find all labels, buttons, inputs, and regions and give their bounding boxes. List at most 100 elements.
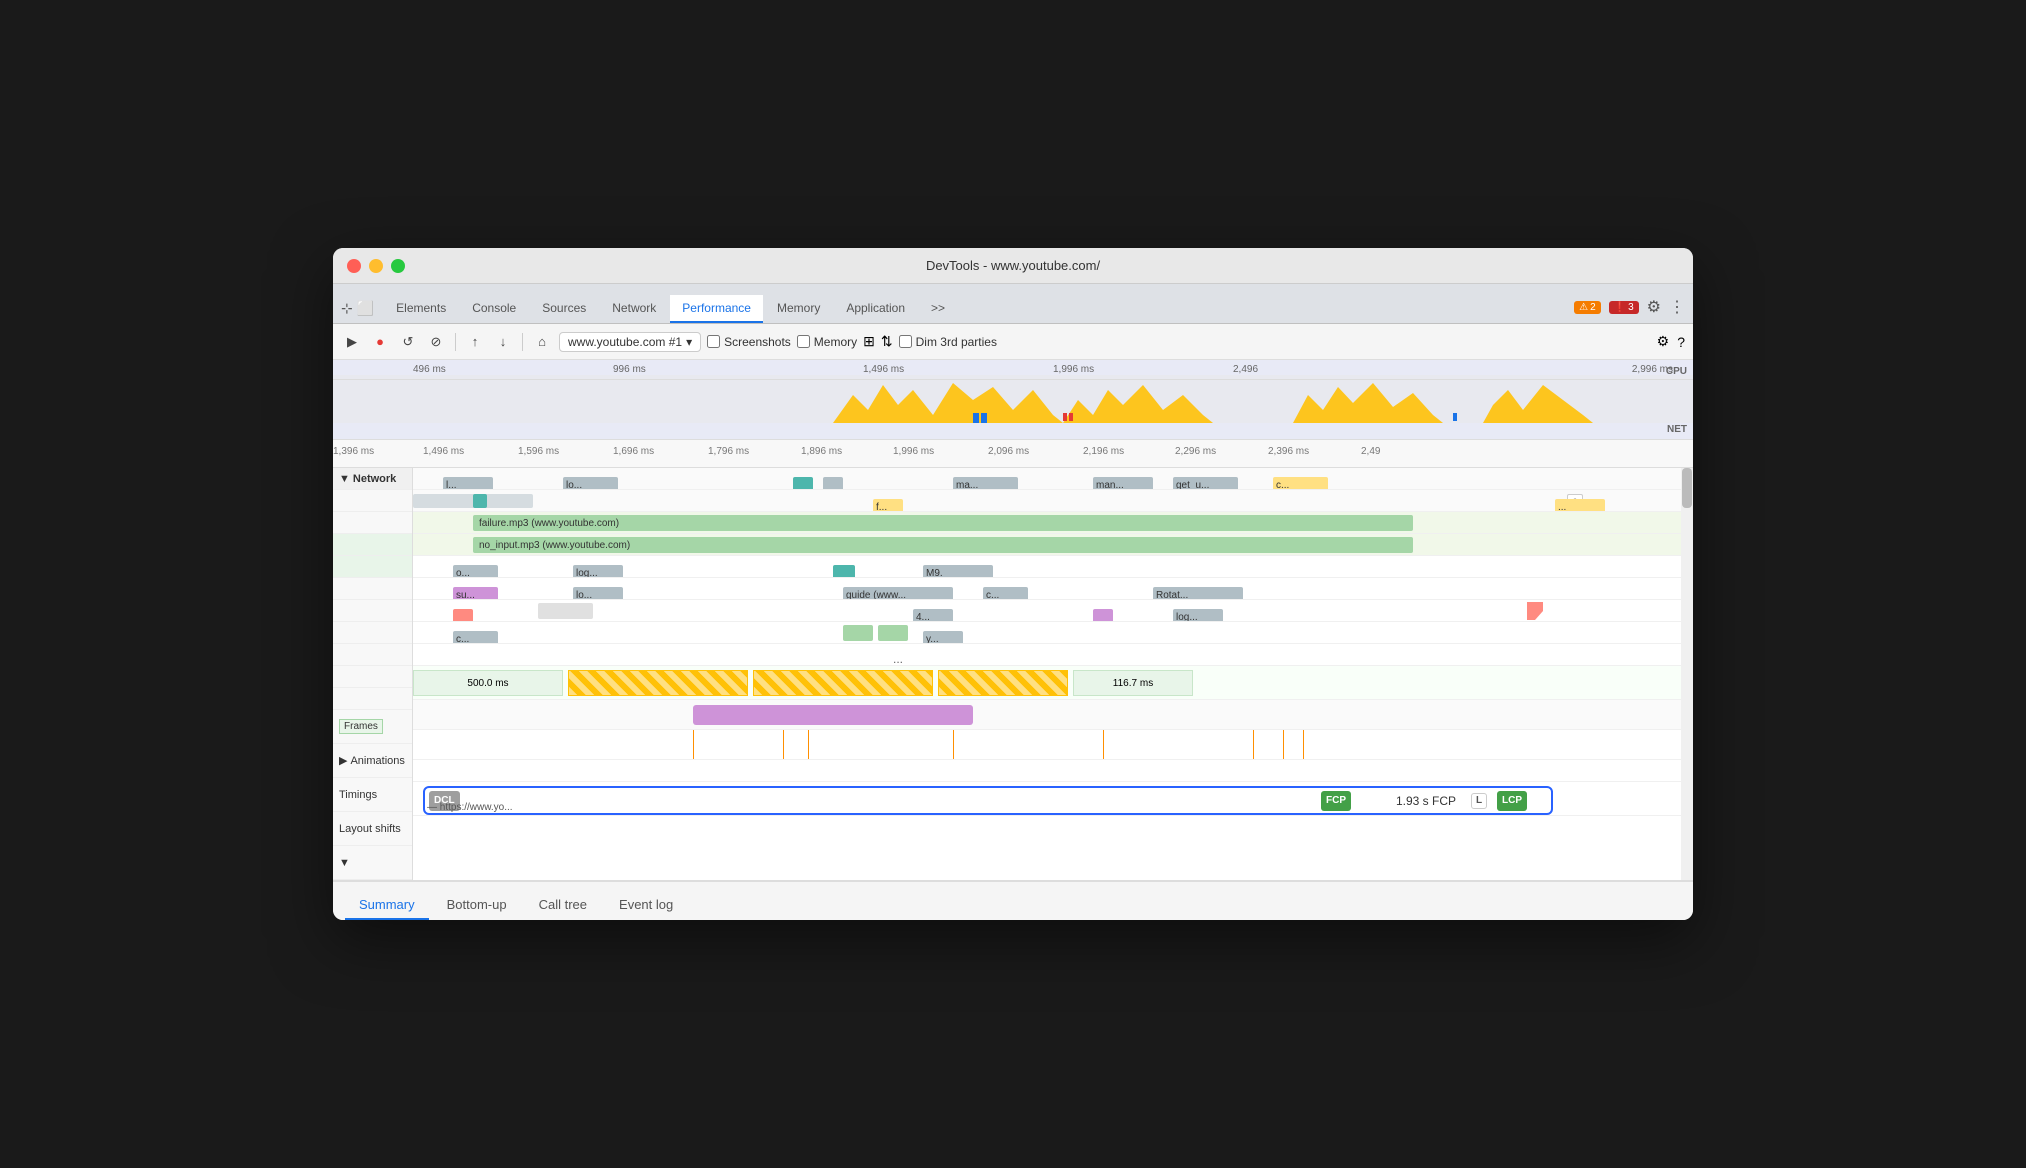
home-icon[interactable]: ⌂ <box>531 331 553 353</box>
minimize-button[interactable] <box>369 259 383 273</box>
frame-striped-3 <box>938 670 1068 696</box>
main-collapse-icon[interactable]: ▼ <box>339 857 350 869</box>
no-input-bar[interactable]: no_input.mp3 (www.youtube.com) <box>473 537 1413 553</box>
net-bar-c[interactable]: c... <box>1273 477 1328 490</box>
nb-red[interactable] <box>453 609 473 622</box>
network-label-text: Network <box>353 473 396 485</box>
nb-red-flag <box>1527 602 1543 620</box>
tab-performance[interactable]: Performance <box>670 295 763 323</box>
scrollbar[interactable] <box>1681 468 1693 880</box>
timeline-container: 496 ms 996 ms 1,496 ms 1,996 ms 2,496 2,… <box>333 360 1693 880</box>
toolbar-settings-icon[interactable]: ⚙ <box>1657 333 1670 350</box>
scrollbar-thumb[interactable] <box>1682 468 1692 508</box>
url-value: www.youtube.com #1 <box>568 335 682 349</box>
warnings-badge[interactable]: ⚠2 <box>1574 301 1601 314</box>
errors-badge[interactable]: ❗3 <box>1609 301 1639 314</box>
tab-memory[interactable]: Memory <box>765 295 832 323</box>
network-row-1 <box>333 490 412 512</box>
network-throttle-icon[interactable]: ⇅ <box>881 333 893 350</box>
tab-sources[interactable]: Sources <box>530 295 598 323</box>
net-cyan-block[interactable] <box>473 494 487 508</box>
nb-purple[interactable] <box>1093 609 1113 622</box>
tab-console[interactable]: Console <box>460 295 528 323</box>
nb-teal2[interactable] <box>833 565 855 578</box>
record-icon[interactable]: ● <box>369 331 391 353</box>
nb-su[interactable]: su... <box>453 587 498 600</box>
memory-icon[interactable]: ⊞ <box>863 333 875 350</box>
download-icon[interactable]: ↓ <box>492 331 514 353</box>
upload-icon[interactable]: ↑ <box>464 331 486 353</box>
timings-row <box>413 730 1693 760</box>
tab-elements[interactable]: Elements <box>384 295 458 323</box>
reload-icon[interactable]: ↺ <box>397 331 419 353</box>
net-row-6: su... lo... guide (www... c... Rotat... <box>413 578 1693 600</box>
net-bar-l[interactable]: l... <box>443 477 493 490</box>
nb-c3[interactable]: c... <box>453 631 498 644</box>
device-icon[interactable]: ⬜ <box>357 300 374 317</box>
nb-c2[interactable]: c... <box>983 587 1028 600</box>
tab-event-log[interactable]: Event log <box>605 891 687 920</box>
tab-summary[interactable]: Summary <box>345 891 429 920</box>
timings-label-text: Timings <box>339 789 377 801</box>
net-bar-ma[interactable]: ma... <box>953 477 1018 490</box>
memory-checkbox[interactable]: Memory <box>797 335 857 349</box>
fcp-label-text: FCP <box>1326 795 1346 806</box>
net-dots: ... <box>893 652 903 666</box>
clear-icon[interactable]: ⊘ <box>425 331 447 353</box>
tab-network[interactable]: Network <box>600 295 668 323</box>
inspect-icon[interactable]: ⊹ <box>341 300 353 317</box>
nb-guide[interactable]: guide (www... <box>843 587 953 600</box>
animations-expand-icon[interactable]: ▶ <box>339 754 347 767</box>
main-panel: ▼ Network Frames ▶ Animat <box>333 468 1693 880</box>
net-bar-man[interactable]: man... <box>1093 477 1153 490</box>
dim3rd-check[interactable] <box>899 335 912 348</box>
net-orange[interactable]: f... <box>873 499 903 512</box>
tick-2496: 2,49 <box>1361 446 1380 457</box>
nb-rotat[interactable]: Rotat... <box>1153 587 1243 600</box>
more-options-icon[interactable]: ⋮ <box>1669 297 1685 317</box>
net-bar-gray[interactable] <box>823 477 843 490</box>
nb-o[interactable]: o... <box>453 565 498 578</box>
network-collapse-icon[interactable]: ▼ <box>339 473 350 485</box>
screenshots-checkbox[interactable]: Screenshots <box>707 335 791 349</box>
net-bar-getu[interactable]: get_u... <box>1173 477 1238 490</box>
frame-striped-2 <box>753 670 933 696</box>
nb-log[interactable]: log... <box>573 565 623 578</box>
layout-shifts-label-text: Layout shifts <box>339 823 401 835</box>
nb-m9end[interactable] <box>943 565 993 578</box>
maximize-button[interactable] <box>391 259 405 273</box>
separator-1 <box>455 333 456 351</box>
lcp-label-text: LCP <box>1502 795 1522 806</box>
network-row-9 <box>333 666 412 688</box>
dim-3rd-checkbox[interactable]: Dim 3rd parties <box>899 335 997 349</box>
url-selector[interactable]: www.youtube.com #1 ▾ <box>559 332 701 352</box>
toolbar-right-icons: ⚙ ? <box>1657 333 1685 350</box>
time-tick-1496: 1,496 ms <box>863 364 904 375</box>
tab-bottom-up[interactable]: Bottom-up <box>433 891 521 920</box>
timeline-content[interactable]: l... lo... ma... man... get_u... c... f.… <box>413 468 1693 880</box>
screenshots-check[interactable] <box>707 335 720 348</box>
network-row-5 <box>333 578 412 600</box>
nb-log2[interactable]: log... <box>1173 609 1223 622</box>
fcp-badge: FCP <box>1321 791 1351 811</box>
settings-icon[interactable]: ⚙ <box>1647 297 1661 317</box>
tick-1596: 1,596 ms <box>518 446 559 457</box>
nb-4[interactable]: 4... <box>913 609 953 622</box>
timings-label-row: Timings <box>333 778 412 812</box>
toolbar-help-icon[interactable]: ? <box>1677 334 1685 350</box>
nb-lo2[interactable]: lo... <box>573 587 623 600</box>
close-button[interactable] <box>347 259 361 273</box>
tab-call-tree[interactable]: Call tree <box>525 891 601 920</box>
overview-bar[interactable]: 496 ms 996 ms 1,496 ms 1,996 ms 2,496 2,… <box>333 360 1693 440</box>
tab-application[interactable]: Application <box>834 295 917 323</box>
failure-bar[interactable]: failure.mp3 (www.youtube.com) <box>473 515 1413 531</box>
tab-more[interactable]: >> <box>919 295 957 323</box>
net-bar-lo[interactable]: lo... <box>563 477 618 490</box>
net-bar-teal[interactable] <box>793 477 813 490</box>
nb-y[interactable]: y... <box>923 631 963 644</box>
tick-1996: 1,996 ms <box>893 446 934 457</box>
net-row-7: 4... log... <box>413 600 1693 622</box>
net-bar-dots[interactable]: ... <box>1555 499 1605 512</box>
memory-check[interactable] <box>797 335 810 348</box>
sidebar-toggle-icon[interactable]: ▶ <box>341 331 363 353</box>
